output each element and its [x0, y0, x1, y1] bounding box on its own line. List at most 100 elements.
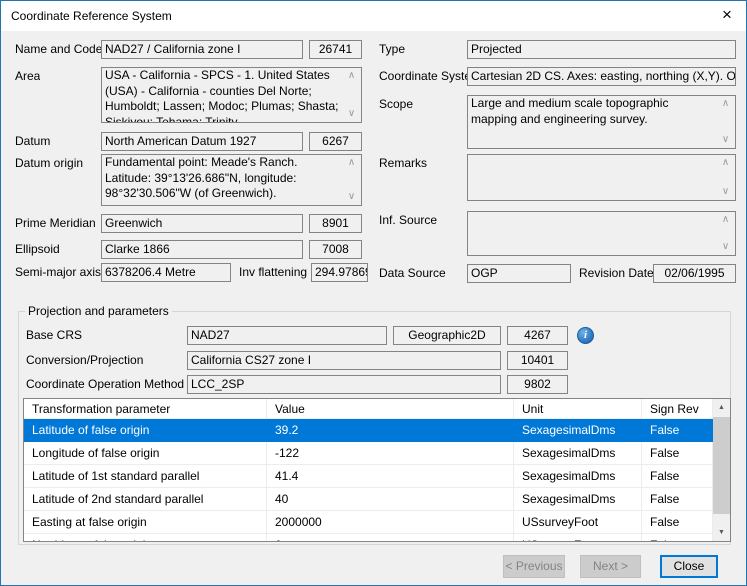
- area-textarea[interactable]: USA - California - SPCS - 1. United Stat…: [101, 67, 362, 123]
- table-scrollbar[interactable]: ▲ ▼: [713, 399, 730, 541]
- type-label: Type: [379, 40, 405, 59]
- revision-date-field[interactable]: 02/06/1995: [653, 264, 736, 283]
- ellipsoid-code-field[interactable]: 7008: [309, 240, 362, 259]
- inf-source-textarea[interactable]: ∧ ∨: [467, 211, 736, 256]
- table-cell-unit: SexagesimalDms: [514, 465, 642, 488]
- ellipsoid-label: Ellipsoid: [15, 240, 60, 259]
- datum-label: Datum: [15, 132, 50, 151]
- table-cell-parameter: Easting at false origin: [24, 511, 267, 534]
- scope-label: Scope: [379, 95, 413, 114]
- method-code-field[interactable]: 9802: [507, 375, 568, 394]
- prime-meridian-field[interactable]: Greenwich: [101, 214, 303, 233]
- scroll-up-icon[interactable]: ∧: [718, 214, 733, 226]
- info-icon[interactable]: i: [577, 327, 594, 344]
- scroll-up-icon[interactable]: ∧: [344, 70, 359, 82]
- semi-major-axis-field[interactable]: 6378206.4 Metre: [101, 263, 231, 282]
- table-cell-sign_rev: False: [642, 511, 713, 534]
- next-button[interactable]: Next >: [580, 555, 641, 578]
- datum-code-field[interactable]: 6267: [309, 132, 362, 151]
- conversion-field[interactable]: California CS27 zone I: [187, 351, 501, 370]
- name-code-field[interactable]: 26741: [309, 40, 362, 59]
- base-crs-field[interactable]: NAD27: [187, 326, 387, 345]
- inv-flattening-label: Inv flattening: [239, 263, 307, 282]
- datum-field[interactable]: North American Datum 1927: [101, 132, 303, 151]
- table-cell-sign_rev: False: [642, 419, 713, 442]
- prime-meridian-code-field[interactable]: 8901: [309, 214, 362, 233]
- base-crs-code-field[interactable]: 4267: [507, 326, 568, 345]
- table-cell-unit: SexagesimalDms: [514, 488, 642, 511]
- table-cell-sign_rev: False: [642, 465, 713, 488]
- scope-textarea[interactable]: Large and medium scale topographic mappi…: [467, 95, 736, 149]
- scroll-down-icon[interactable]: ∨: [718, 241, 733, 253]
- coordinate-system-label: Coordinate System: [379, 67, 467, 86]
- table-cell-sign_rev: False: [642, 488, 713, 511]
- table-cell-unit: SexagesimalDms: [514, 442, 642, 465]
- table-cell-parameter: Northing at false origin: [24, 534, 267, 542]
- remarks-label: Remarks: [379, 154, 427, 173]
- table-row[interactable]: Northing at false origin0USsurveyFootFal…: [24, 534, 730, 542]
- area-text: USA - California - SPCS - 1. United Stat…: [105, 68, 338, 123]
- close-icon[interactable]: ×: [710, 1, 744, 31]
- remarks-textarea[interactable]: ∧ ∨: [467, 154, 736, 201]
- table-header-parameter[interactable]: Transformation parameter: [24, 399, 267, 419]
- datum-origin-label: Datum origin: [15, 154, 83, 173]
- prime-meridian-label: Prime Meridian: [15, 214, 96, 233]
- geographic2d-button[interactable]: Geographic2D: [393, 326, 501, 345]
- conversion-label: Conversion/Projection: [26, 351, 143, 370]
- table-cell-unit: USsurveyFoot: [514, 534, 642, 542]
- scrollbar-down-icon[interactable]: ▼: [713, 524, 730, 541]
- titlebar: Coordinate Reference System ×: [1, 1, 746, 31]
- semi-major-axis-label: Semi-major axis: [15, 263, 101, 282]
- close-button[interactable]: Close: [660, 555, 718, 578]
- scroll-down-icon[interactable]: ∨: [344, 191, 359, 203]
- table-cell-parameter: Latitude of false origin: [24, 419, 267, 442]
- type-field[interactable]: Projected: [467, 40, 736, 59]
- scope-text: Large and medium scale topographic mappi…: [471, 96, 668, 126]
- name-field[interactable]: NAD27 / California zone I: [101, 40, 303, 59]
- table-header-sign-rev[interactable]: Sign Rev: [642, 399, 713, 419]
- table-cell-value: 2000000: [267, 511, 514, 534]
- table-row[interactable]: Latitude of 2nd standard parallel40Sexag…: [24, 488, 730, 511]
- name-and-code-label: Name and Code: [15, 40, 102, 59]
- previous-button[interactable]: < Previous: [503, 555, 565, 578]
- table-cell-parameter: Longitude of false origin: [24, 442, 267, 465]
- table-header-unit[interactable]: Unit: [514, 399, 642, 419]
- method-field[interactable]: LCC_2SP: [187, 375, 501, 394]
- method-label: Coordinate Operation Method: [26, 375, 184, 394]
- scroll-down-icon[interactable]: ∨: [718, 186, 733, 198]
- revision-date-label: Revision Date: [579, 264, 654, 283]
- scroll-up-icon[interactable]: ∧: [718, 157, 733, 169]
- table-body: Latitude of false origin39.2SexagesimalD…: [24, 419, 730, 542]
- table-header-row: Transformation parameter Value Unit Sign…: [24, 399, 730, 419]
- area-label: Area: [15, 67, 40, 86]
- table-cell-value: -122: [267, 442, 514, 465]
- scroll-down-icon[interactable]: ∨: [344, 108, 359, 120]
- coordinate-system-field[interactable]: Cartesian 2D CS. Axes: easting, northing…: [467, 67, 736, 86]
- table-cell-parameter: Latitude of 1st standard parallel: [24, 465, 267, 488]
- table-header-value[interactable]: Value: [267, 399, 514, 419]
- inv-flattening-field[interactable]: 294.978698: [311, 263, 368, 282]
- scroll-down-icon[interactable]: ∨: [718, 134, 733, 146]
- ellipsoid-field[interactable]: Clarke 1866: [101, 240, 303, 259]
- table-cell-value: 0: [267, 534, 514, 542]
- datum-origin-textarea[interactable]: Fundamental point: Meade's Ranch. Latitu…: [101, 154, 362, 206]
- table-cell-sign_rev: False: [642, 534, 713, 542]
- table-row[interactable]: Easting at false origin2000000USsurveyFo…: [24, 511, 730, 534]
- table-row[interactable]: Latitude of false origin39.2SexagesimalD…: [24, 419, 730, 442]
- scroll-up-icon[interactable]: ∧: [344, 157, 359, 169]
- scrollbar-thumb[interactable]: [713, 417, 730, 514]
- projection-group-label: Projection and parameters: [25, 304, 172, 318]
- table-row[interactable]: Longitude of false origin-122Sexagesimal…: [24, 442, 730, 465]
- scrollbar-up-icon[interactable]: ▲: [713, 399, 730, 416]
- scroll-up-icon[interactable]: ∧: [718, 98, 733, 110]
- data-source-label: Data Source: [379, 264, 446, 283]
- crs-dialog: Coordinate Reference System × Name and C…: [0, 0, 747, 586]
- conversion-code-field[interactable]: 10401: [507, 351, 568, 370]
- window-title: Coordinate Reference System: [11, 1, 172, 31]
- data-source-field[interactable]: OGP: [467, 264, 571, 283]
- table-row[interactable]: Latitude of 1st standard parallel41.4Sex…: [24, 465, 730, 488]
- table-cell-parameter: Latitude of 2nd standard parallel: [24, 488, 267, 511]
- table-cell-value: 40: [267, 488, 514, 511]
- parameters-table: Transformation parameter Value Unit Sign…: [23, 398, 731, 542]
- datum-origin-text: Fundamental point: Meade's Ranch. Latitu…: [105, 155, 297, 200]
